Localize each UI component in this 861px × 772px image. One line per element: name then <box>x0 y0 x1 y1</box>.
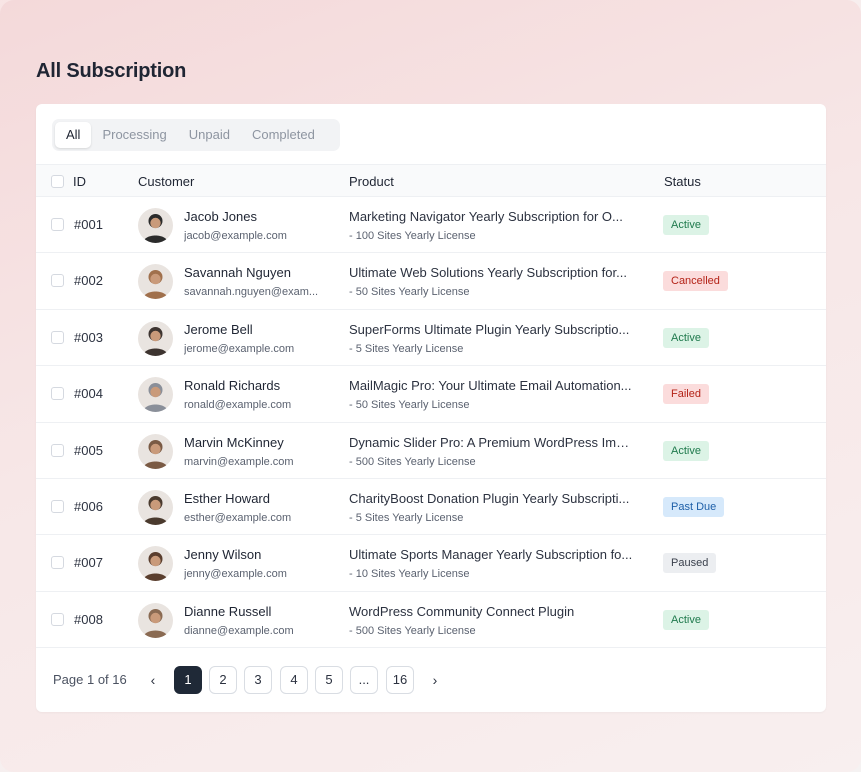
row-id: #005 <box>74 442 103 458</box>
table-row[interactable]: #006 Esther Howard esther@example.com Chari… <box>36 479 826 536</box>
row-checkbox[interactable] <box>51 612 64 626</box>
product-name[interactable]: Dynamic Slider Pro: A Premium WordPress … <box>349 435 633 450</box>
customer-name: Jenny Wilson <box>184 547 262 563</box>
customer-email: savannah.nguyen@exam... <box>184 286 319 299</box>
page-button-3[interactable]: 3 <box>244 666 272 694</box>
row-id: #006 <box>74 498 103 514</box>
row-id: #007 <box>74 555 103 571</box>
page-title: All Subscription <box>36 60 187 82</box>
row-checkbox[interactable] <box>51 556 64 570</box>
row-id: #002 <box>74 273 103 289</box>
avatar <box>138 208 173 243</box>
customer-name: Esther Howard <box>184 490 270 506</box>
column-header-status: Status <box>664 174 701 189</box>
row-checkbox[interactable] <box>51 443 64 457</box>
row-checkbox[interactable] <box>51 387 64 401</box>
status-badge: Paused <box>663 553 717 574</box>
product-name[interactable]: CharityBoost Donation Plugin Yearly Subs… <box>349 491 629 506</box>
chevron-right-icon[interactable]: › <box>425 666 445 694</box>
select-all-checkbox[interactable] <box>51 175 64 188</box>
customer-name: Savannah Nguyen <box>184 265 291 281</box>
pagination: Page 1 of 16 ‹ 1 2 3 4 5... 16 › <box>36 665 826 695</box>
status-tabs: All Processing Unpaid Completed <box>52 119 340 151</box>
column-header-id: ID <box>73 174 86 189</box>
avatar <box>138 377 173 413</box>
table-row[interactable]: #007 Jenny Wilson jenny@example.com Ultimat… <box>36 535 826 592</box>
product-license: - 5 Sites Yearly License <box>349 511 464 524</box>
row-id: #001 <box>74 217 103 232</box>
column-header-product: Product <box>349 174 394 189</box>
tab-processing[interactable]: Processing <box>91 122 177 148</box>
table-row[interactable]: #003 Jerome Bell jerome@example.com SuperFo… <box>36 310 826 367</box>
customer-email: jerome@example.com <box>184 342 295 355</box>
chevron-left-icon[interactable]: ‹ <box>143 666 163 694</box>
customer-email: jenny@example.com <box>184 568 287 581</box>
page-button-16[interactable]: 16 <box>386 666 414 694</box>
subscriptions-table-body: #001 Jacob Jones jacob@example.com Marketin… <box>36 197 826 649</box>
product-name[interactable]: Ultimate Sports Manager Yearly Subscript… <box>349 547 632 562</box>
subscriptions-card: All Processing Unpaid Completed ID Customer… <box>36 104 826 712</box>
tab-unpaid[interactable]: Unpaid <box>178 122 241 148</box>
page-button-1[interactable]: 1 <box>174 666 202 694</box>
avatar <box>138 433 173 469</box>
avatar <box>138 546 173 582</box>
customer-email: ronald@example.com <box>184 399 292 412</box>
product-license: - 100 Sites Yearly License <box>349 230 476 242</box>
customer-email: jacob@example.com <box>184 230 287 242</box>
avatar <box>138 489 173 525</box>
table-row[interactable]: #002 Savannah Nguyen savannah.nguyen@exam.… <box>36 253 826 310</box>
status-badge: Active <box>663 609 709 630</box>
product-license: - 10 Sites Yearly License <box>349 568 470 581</box>
customer-name: Dianne Russell <box>184 603 272 619</box>
avatar <box>138 320 173 356</box>
product-license: - 50 Sites Yearly License <box>349 399 470 412</box>
avatar <box>138 602 173 638</box>
customer-name: Marvin McKinney <box>184 434 284 450</box>
status-badge: Active <box>663 215 709 235</box>
table-row[interactable]: #008 Dianne Russell dianne@example.com Word… <box>36 592 826 649</box>
table-row[interactable]: #004 Ronald Richards ronald@example.com Mai… <box>36 366 826 423</box>
customer-email: marvin@example.com <box>184 455 294 468</box>
column-header-customer: Customer <box>138 174 195 189</box>
table-row[interactable]: #005 Marvin McKinney marvin@example.com Dyn… <box>36 423 826 479</box>
product-license: - 500 Sites Yearly License <box>349 624 476 637</box>
customer-email: esther@example.com <box>184 511 292 524</box>
tab-completed[interactable]: Completed <box>241 122 326 148</box>
row-checkbox[interactable] <box>51 330 64 344</box>
avatar <box>138 264 173 300</box>
row-checkbox[interactable] <box>51 499 64 513</box>
customer-name: Jerome Bell <box>184 321 253 337</box>
product-name[interactable]: Ultimate Web Solutions Yearly Subscripti… <box>349 265 627 280</box>
pagination-ellipsis: ... <box>350 666 378 694</box>
product-license: - 500 Sites Yearly License <box>349 455 476 468</box>
page-button-5[interactable]: 5 <box>315 666 343 694</box>
tab-all[interactable]: All <box>55 122 92 148</box>
product-name[interactable]: WordPress Community Connect Plugin <box>349 604 574 619</box>
table-header: ID Customer Product Status <box>36 164 826 197</box>
product-license: - 50 Sites Yearly License <box>349 286 470 299</box>
row-id: #004 <box>74 386 103 402</box>
status-badge: Active <box>663 440 709 461</box>
page-button-2[interactable]: 2 <box>209 666 237 694</box>
customer-name: Ronald Richards <box>184 378 281 394</box>
product-name[interactable]: Marketing Navigator Yearly Subscription … <box>349 209 623 224</box>
row-checkbox[interactable] <box>51 218 64 231</box>
table-row[interactable]: #001 Jacob Jones jacob@example.com Marketin… <box>36 197 826 254</box>
status-badge: Past Due <box>663 496 725 517</box>
page-info: Page 1 of 16 <box>53 672 127 687</box>
product-license: - 5 Sites Yearly License <box>349 342 464 355</box>
status-badge: Active <box>663 327 709 348</box>
product-name[interactable]: SuperForms Ultimate Plugin Yearly Subscr… <box>349 322 629 337</box>
customer-email: dianne@example.com <box>184 624 294 637</box>
row-id: #003 <box>74 329 103 345</box>
product-name[interactable]: MailMagic Pro: Your Ultimate Email Autom… <box>349 378 632 393</box>
status-badge: Failed <box>663 384 709 405</box>
row-checkbox[interactable] <box>51 274 64 288</box>
page-button-4[interactable]: 4 <box>280 666 308 694</box>
customer-name: Jacob Jones <box>184 209 257 224</box>
row-id: #008 <box>74 611 103 627</box>
status-badge: Cancelled <box>663 271 728 292</box>
